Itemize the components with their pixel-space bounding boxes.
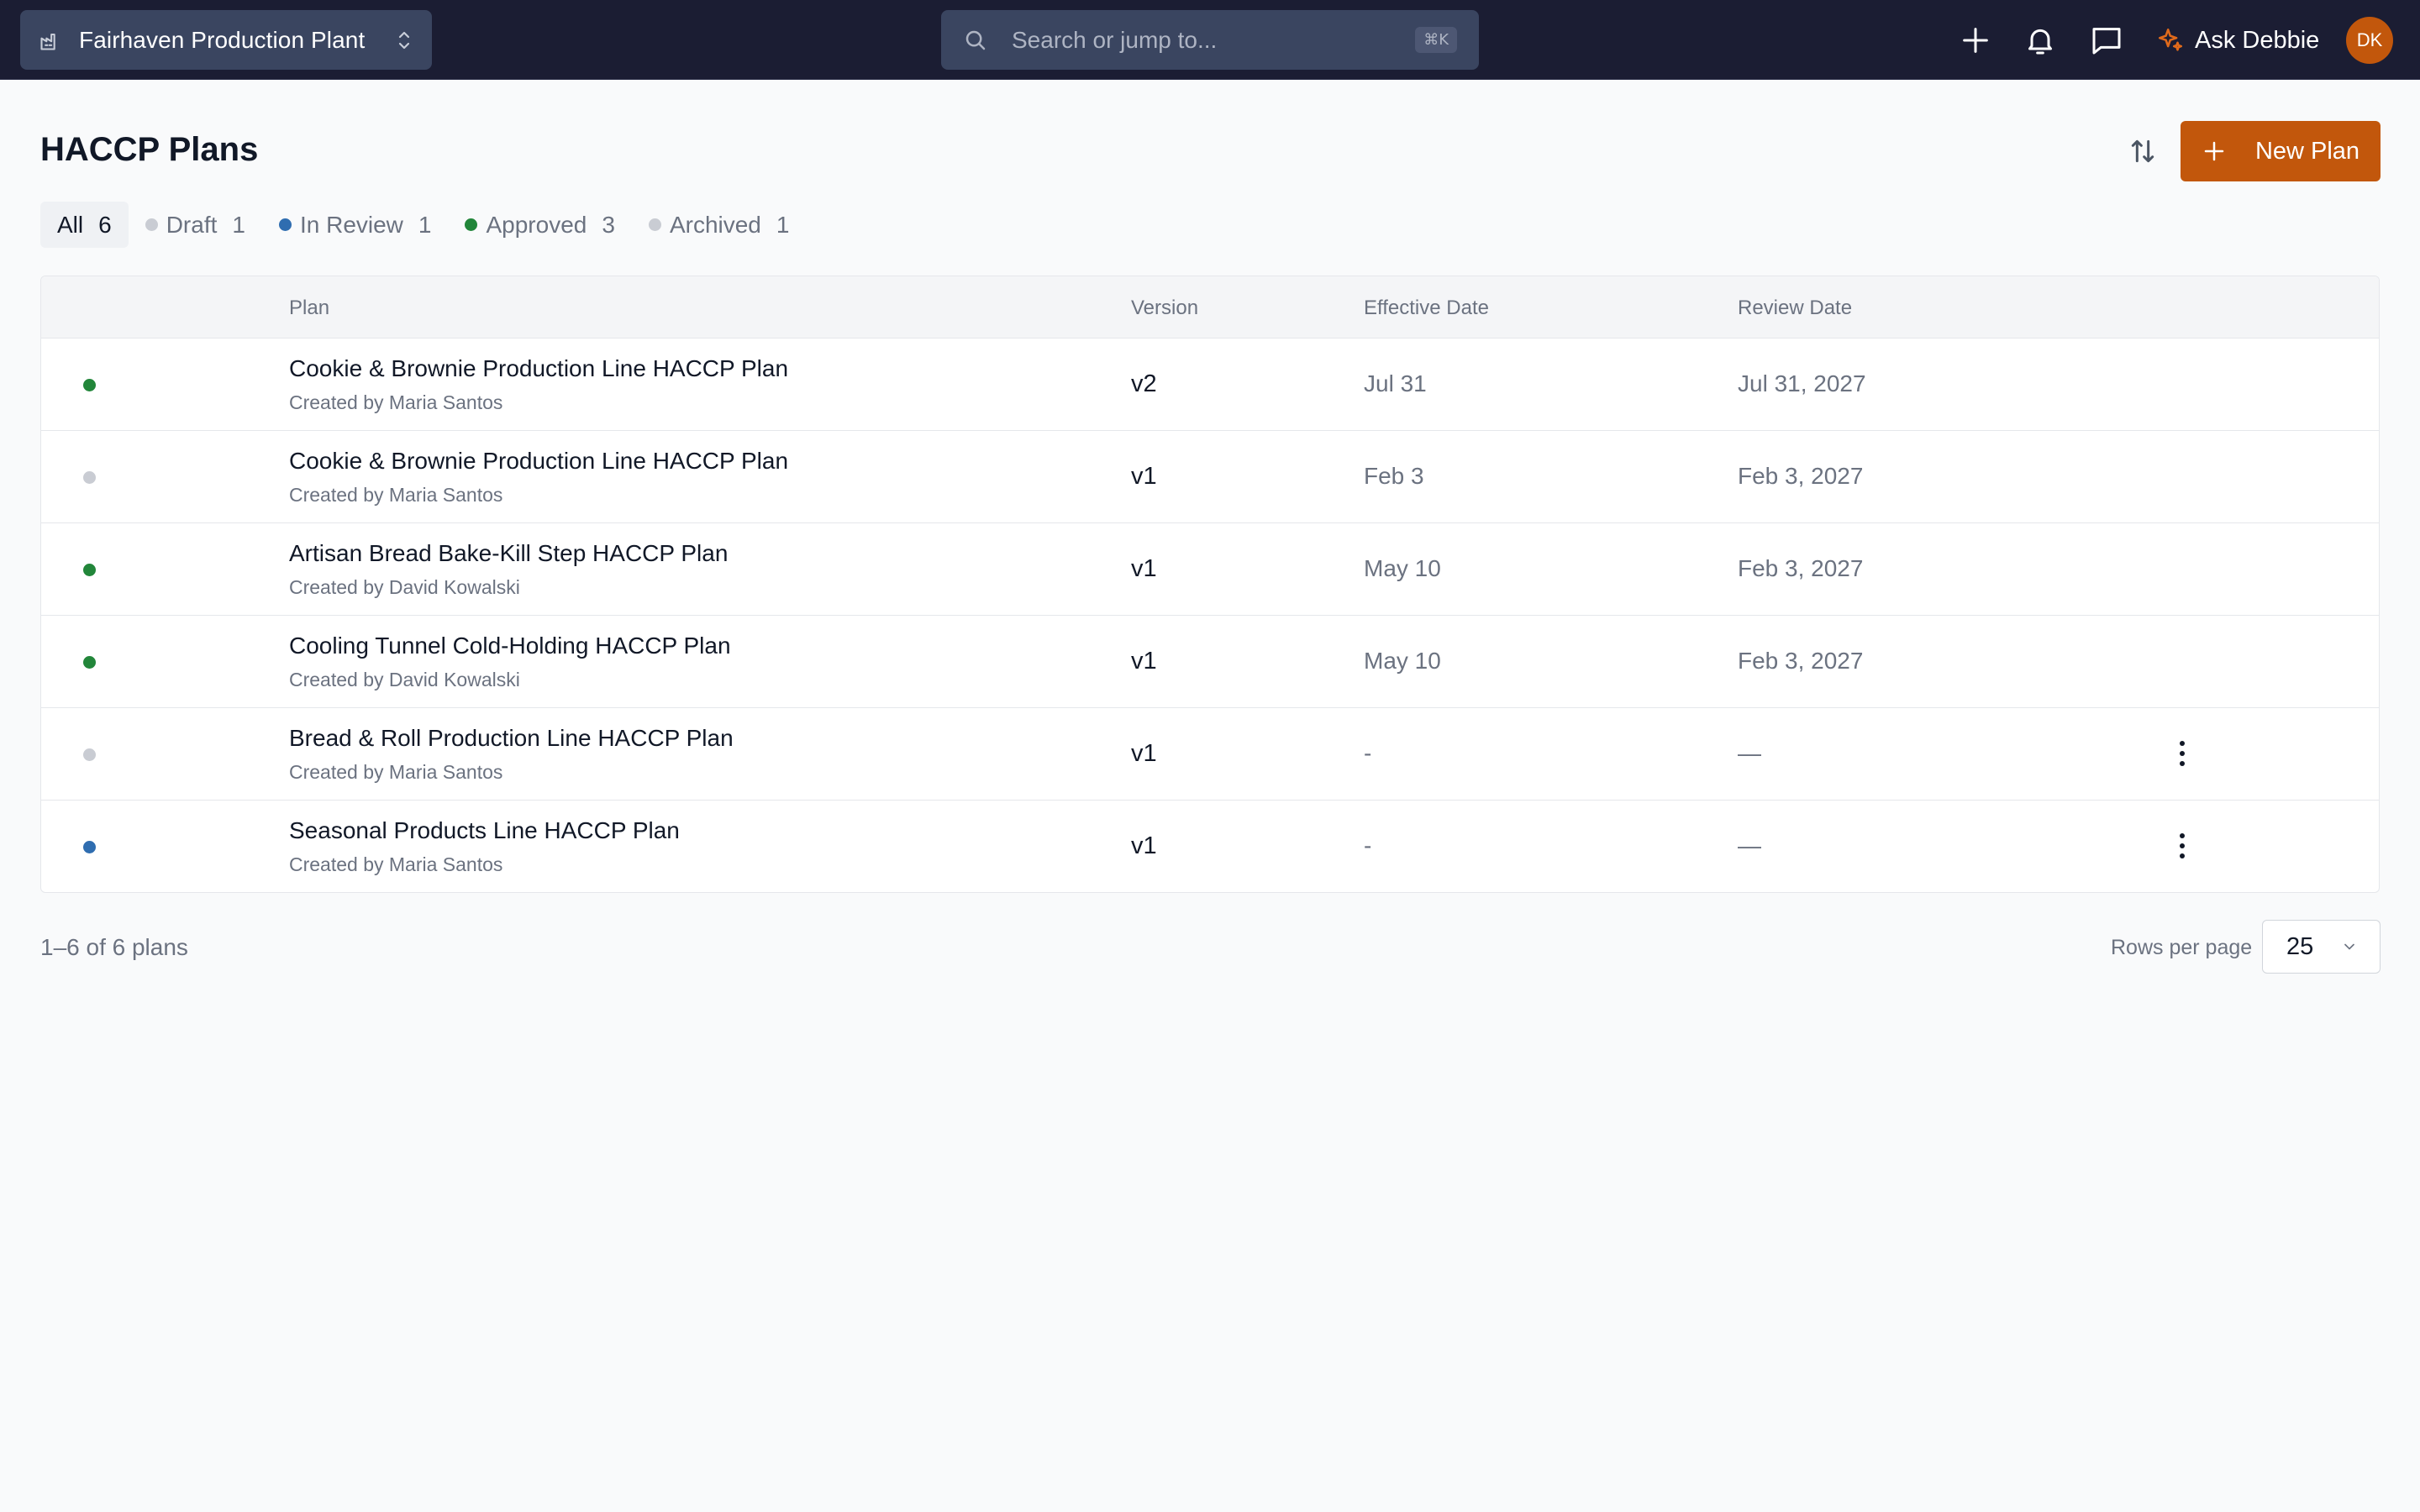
effective-date: - <box>1364 832 1372 858</box>
plan-version: v1 <box>1131 463 1157 490</box>
table-row[interactable]: Seasonal Products Line HACCP Plan Create… <box>41 801 2379 892</box>
effective-date: Feb 3 <box>1364 463 1424 489</box>
factory-icon <box>40 33 55 50</box>
status-dot <box>465 218 478 231</box>
rows-per-page-value: 25 <box>2286 932 2314 960</box>
table-row[interactable]: Cookie & Brownie Production Line HACCP P… <box>41 339 2379 431</box>
chevron-down-icon <box>2344 943 2354 950</box>
tab-count: 6 <box>98 211 112 238</box>
plan-creator: Created by Maria Santos <box>289 761 503 783</box>
status-dot <box>83 841 96 853</box>
status-dot <box>83 471 96 484</box>
column-header-plan[interactable]: Plan <box>289 297 329 320</box>
plan-name[interactable]: Bread & Roll Production Line HACCP Plan <box>289 725 734 752</box>
tab-all[interactable]: All 6 <box>40 202 129 248</box>
chevron-up-down-icon <box>398 31 410 49</box>
review-date: Feb 3, 2027 <box>1738 463 1864 489</box>
site-name: Fairhaven Production Plant <box>79 26 366 53</box>
plan-name[interactable]: Cookie & Brownie Production Line HACCP P… <box>289 355 788 382</box>
status-dot <box>145 218 158 231</box>
plan-name[interactable]: Cooling Tunnel Cold-Holding HACCP Plan <box>289 633 731 659</box>
pagination-summary: 1–6 of 6 plans <box>40 934 188 960</box>
tab-label: Approved <box>486 211 587 238</box>
effective-date: May 10 <box>1364 648 1441 674</box>
plan-version: v1 <box>1131 648 1157 675</box>
plan-name[interactable]: Seasonal Products Line HACCP Plan <box>289 817 680 844</box>
search-shortcut-hint: ⌘K <box>1415 27 1457 53</box>
new-plan-button[interactable]: New Plan <box>2181 121 2381 181</box>
tab-label: All <box>57 211 84 238</box>
column-header-version[interactable]: Version <box>1131 297 1198 320</box>
site-switcher[interactable]: Fairhaven Production Plant <box>20 10 432 70</box>
table-row[interactable]: Cooling Tunnel Cold-Holding HACCP Plan C… <box>41 616 2379 708</box>
search-bar: ⌘K <box>941 10 1479 70</box>
table-row[interactable]: Bread & Roll Production Line HACCP Plan … <box>41 708 2379 801</box>
plan-version: v2 <box>1131 370 1157 397</box>
more-actions-icon[interactable] <box>2175 738 2189 769</box>
tab-count: 1 <box>418 211 432 238</box>
plan-version: v1 <box>1131 832 1157 859</box>
plan-creator: Created by Maria Santos <box>289 391 503 413</box>
review-date: Jul 31, 2027 <box>1738 370 1866 396</box>
review-date: — <box>1738 832 1761 858</box>
plan-name[interactable]: Cookie & Brownie Production Line HACCP P… <box>289 448 788 475</box>
table-row[interactable]: Cookie & Brownie Production Line HACCP P… <box>41 431 2379 523</box>
plan-creator: Created by Maria Santos <box>289 853 503 875</box>
plan-creator: Created by Maria Santos <box>289 484 503 506</box>
status-dot <box>83 656 96 669</box>
review-date: Feb 3, 2027 <box>1738 648 1864 674</box>
sort-icon[interactable] <box>2126 134 2160 168</box>
rows-per-page-select[interactable]: 25 <box>2262 920 2381 974</box>
review-date: — <box>1738 740 1761 766</box>
plan-version: v1 <box>1131 555 1157 582</box>
tab-count: 1 <box>776 211 790 238</box>
effective-date: May 10 <box>1364 555 1441 581</box>
tab-draft[interactable]: Draft 1 <box>129 202 262 248</box>
ask-debbie-button[interactable]: Ask Debbie <box>2156 20 2319 60</box>
tab-count: 1 <box>232 211 245 238</box>
tab-archived[interactable]: Archived 1 <box>632 202 807 248</box>
status-dot <box>648 218 661 231</box>
plus-icon[interactable] <box>1959 24 1992 57</box>
new-plan-label: New Plan <box>2254 137 2360 165</box>
status-dot <box>83 379 96 391</box>
tab-count: 3 <box>602 211 615 238</box>
ask-debbie-label: Ask Debbie <box>2195 26 2320 54</box>
table-header: Plan Version Effective Date Review Date <box>41 276 2379 339</box>
tab-approved[interactable]: Approved 3 <box>448 202 631 248</box>
status-dot <box>83 748 96 761</box>
status-dot <box>278 218 292 231</box>
sparkle-icon <box>2158 28 2183 51</box>
status-dot <box>83 564 96 576</box>
column-header-effective-date[interactable]: Effective Date <box>1364 297 1489 320</box>
column-header-review-date[interactable]: Review Date <box>1738 297 1852 320</box>
plan-creator: Created by David Kowalski <box>289 576 520 598</box>
search-input[interactable] <box>1012 26 1392 54</box>
plans-table: Plan Version Effective Date Review Date … <box>40 276 2380 893</box>
user-avatar[interactable]: DK <box>2346 17 2393 64</box>
more-actions-icon[interactable] <box>2175 831 2189 861</box>
plan-name[interactable]: Artisan Bread Bake-Kill Step HACCP Plan <box>289 540 728 567</box>
tab-label: Archived <box>669 211 761 238</box>
review-date: Feb 3, 2027 <box>1738 555 1864 581</box>
search-icon <box>965 30 986 50</box>
effective-date: - <box>1364 740 1372 766</box>
tab-in-review[interactable]: In Review 1 <box>262 202 449 248</box>
tab-label: In Review <box>299 211 403 238</box>
plan-version: v1 <box>1131 740 1157 767</box>
plus-icon <box>2204 141 2224 161</box>
page-title: HACCP Plans <box>40 131 259 168</box>
chat-icon[interactable] <box>2089 24 2124 57</box>
plan-creator: Created by David Kowalski <box>289 669 520 690</box>
tab-label: Draft <box>166 211 218 238</box>
bell-icon[interactable] <box>2023 24 2057 57</box>
status-filter-tabs: All 6 Draft 1 In Review 1 Approved 3 Arc… <box>40 202 806 248</box>
rows-per-page-label: Rows per page <box>2111 936 2253 959</box>
effective-date: Jul 31 <box>1364 370 1427 396</box>
top-navigation-bar: Fairhaven Production Plant ⌘K Ask Debbie… <box>0 0 2420 80</box>
table-row[interactable]: Artisan Bread Bake-Kill Step HACCP Plan … <box>41 523 2379 616</box>
